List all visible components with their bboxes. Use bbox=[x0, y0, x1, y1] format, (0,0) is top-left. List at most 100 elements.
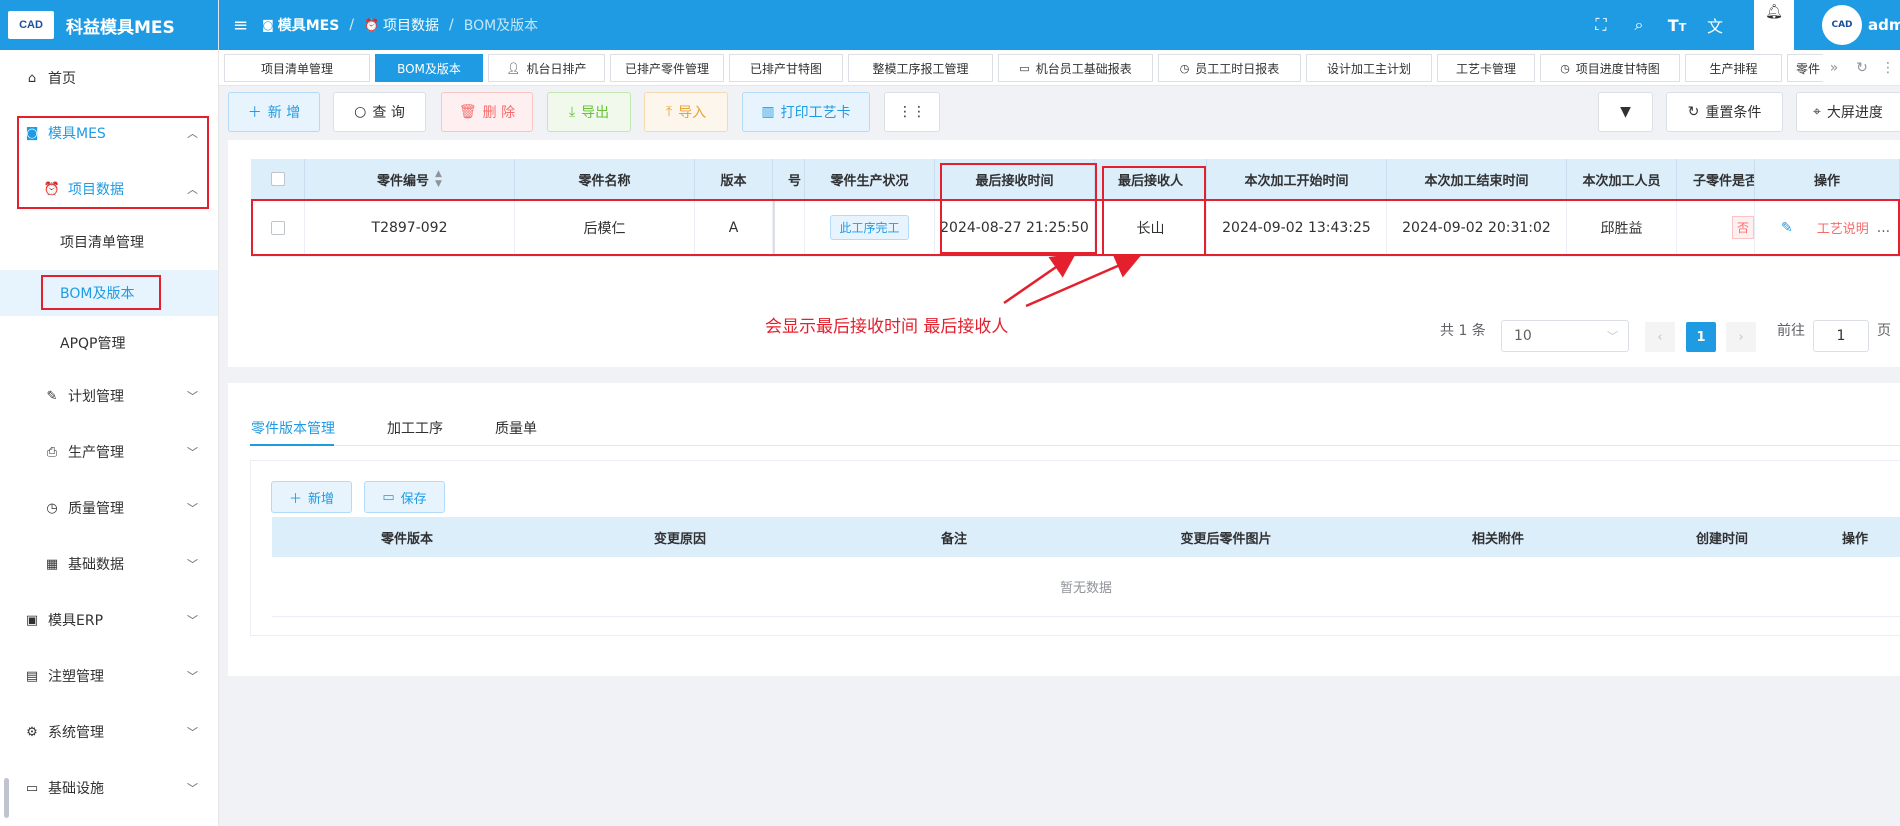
search-icon[interactable]: ⌕ bbox=[1620, 15, 1658, 35]
sidebar-scrollbar[interactable] bbox=[4, 778, 9, 818]
download-icon: ⤓ bbox=[568, 104, 576, 120]
hamburger-icon[interactable]: ≡ bbox=[233, 15, 248, 36]
sidebar-item-injection[interactable]: ▤ 注塑管理 ﹀ bbox=[0, 653, 218, 699]
sidebar-item-apqp[interactable]: APQP管理 bbox=[0, 320, 218, 366]
user-name[interactable]: admin bbox=[1868, 16, 1900, 34]
sidebar: CAD 科益模具MES ⌂ 首页 ◙ 模具MES ︿ ⏰ 项目数据 ︿ 项目清单… bbox=[0, 0, 219, 826]
tab-label: 项目进度甘特图 bbox=[1575, 61, 1660, 76]
column-header-part-no[interactable]: 零件编号 ▲ ▼ bbox=[305, 159, 515, 199]
goto-page-input[interactable]: 1 bbox=[1813, 320, 1869, 352]
tab-machine-staff-report[interactable]: ▭ 机台员工基础报表 bbox=[998, 54, 1153, 82]
sidebar-item-home[interactable]: ⌂ 首页 bbox=[0, 56, 218, 100]
tags-scroll-right-icon[interactable]: » bbox=[1823, 54, 1845, 82]
tab-process-card[interactable]: 工艺卡管理 bbox=[1437, 54, 1535, 82]
print-icon: ▥ bbox=[761, 104, 775, 120]
active-tab-indicator bbox=[250, 444, 334, 446]
column-header-start-time: 本次加工开始时间 bbox=[1207, 159, 1387, 199]
annotation-box-receiver bbox=[1102, 166, 1206, 256]
bigscreen-button[interactable]: ⌖ 大屏进度 bbox=[1796, 92, 1900, 132]
column-header-operator: 本次加工人员 bbox=[1567, 159, 1677, 199]
grid-icon: ⋮⋮ bbox=[898, 104, 926, 120]
tab-bom[interactable]: BOM及版本 bbox=[375, 54, 483, 82]
stopwatch-icon: ◷ bbox=[46, 500, 58, 516]
annotation-box-bom bbox=[41, 275, 161, 310]
tab-label: 项目清单管理 bbox=[260, 61, 333, 76]
tab-gantt[interactable]: 已排产甘特图 bbox=[729, 54, 843, 82]
column-settings-button[interactable]: ⋮⋮ bbox=[884, 92, 940, 132]
briefcase-icon: ▣ bbox=[25, 612, 39, 628]
select-all-checkbox[interactable] bbox=[270, 172, 285, 186]
sidebar-item-quality[interactable]: ◷ 质量管理 ﹀ bbox=[0, 485, 218, 531]
sidebar-item-label: 基础设施 bbox=[48, 781, 104, 797]
prev-page-button[interactable]: ‹ bbox=[1645, 322, 1675, 352]
tab-label: 生产排程 bbox=[1709, 61, 1758, 76]
pagination-total: 共 1 条 bbox=[1440, 323, 1486, 339]
page-size-select[interactable]: 10 ﹀ bbox=[1501, 320, 1629, 352]
tab-quality[interactable]: 质量单 bbox=[495, 418, 537, 438]
delete-button[interactable]: 🗑︎ 删 除 bbox=[441, 92, 533, 132]
building-icon: ▤ bbox=[25, 668, 39, 684]
sidebar-item-erp[interactable]: ▣ 模具ERP ﹀ bbox=[0, 597, 218, 643]
sort-icon[interactable]: ▲ ▼ bbox=[435, 169, 442, 189]
tab-part-version[interactable]: 零件版本管理 bbox=[251, 418, 335, 438]
tab-label: 已排产甘特图 bbox=[749, 61, 822, 76]
import-button[interactable]: ⤒ 导入 bbox=[644, 92, 728, 132]
reset-button[interactable]: ↻ 重置条件 bbox=[1666, 92, 1783, 132]
column-header-changed-image: 变更后零件图片 bbox=[1090, 517, 1362, 557]
sidebar-item-production[interactable]: ⎙ 生产管理 ﹀ bbox=[0, 429, 218, 475]
sidebar-item-system[interactable]: ⚙ 系统管理 ﹀ bbox=[0, 709, 218, 755]
tab-label: 整模工序报工管理 bbox=[872, 61, 969, 76]
plus-icon: ＋ bbox=[288, 491, 302, 507]
avatar[interactable]: CAD bbox=[1822, 5, 1862, 45]
annotation-box-menu bbox=[17, 116, 209, 209]
tab-mold-report[interactable]: 整模工序报工管理 bbox=[848, 54, 993, 82]
version-save-button[interactable]: ▭ 保存 bbox=[364, 481, 445, 513]
breadcrumb-item[interactable]: 项目数据 bbox=[383, 15, 439, 35]
export-button[interactable]: ⤓ 导出 bbox=[547, 92, 631, 132]
tab-machine-schedule[interactable]: 👤︎ 机台日排产 bbox=[488, 54, 605, 82]
fullscreen-icon[interactable]: ⛶ bbox=[1582, 15, 1620, 35]
font-size-icon[interactable]: TT bbox=[1658, 16, 1696, 35]
trash-icon: 🗑︎ bbox=[458, 104, 477, 120]
add-button[interactable]: ＋ 新 增 bbox=[228, 92, 320, 132]
tab-scheduled-parts[interactable]: 已排产零件管理 bbox=[610, 54, 724, 82]
tab-project-list[interactable]: 项目清单管理 bbox=[224, 54, 370, 82]
sidebar-item-label: 注塑管理 bbox=[48, 669, 104, 685]
translate-icon[interactable]: 文 bbox=[1696, 13, 1734, 37]
monitor-icon: ▭ bbox=[25, 780, 39, 796]
tab-process[interactable]: 加工工序 bbox=[387, 418, 443, 438]
camera-icon: ◙ bbox=[262, 18, 274, 32]
tab-progress-gantt[interactable]: ◷ 项目进度甘特图 bbox=[1540, 54, 1680, 82]
refresh-icon[interactable]: ↻ bbox=[1851, 54, 1873, 82]
print-card-button[interactable]: ▥ 打印工艺卡 bbox=[742, 92, 870, 132]
select-all-header bbox=[251, 159, 305, 199]
next-page-button[interactable]: › bbox=[1726, 322, 1756, 352]
header-label: 本次加工结束时间 bbox=[1424, 173, 1529, 189]
tab-label: 零件 bbox=[1796, 61, 1821, 76]
page-1-button[interactable]: 1 bbox=[1686, 322, 1716, 352]
version-add-button[interactable]: ＋ 新增 bbox=[271, 481, 352, 513]
sidebar-item-infrastructure[interactable]: ▭ 基础设施 ﹀ bbox=[0, 765, 218, 811]
edit-icon: ✎ bbox=[46, 388, 58, 404]
tab-design-plan[interactable]: 设计加工主计划 bbox=[1306, 54, 1432, 82]
query-button[interactable]: ○ 查 询 bbox=[333, 92, 426, 132]
tab-production-schedule[interactable]: 生产排程 bbox=[1685, 54, 1782, 82]
sidebar-item-base-data[interactable]: ▦ 基础数据 ﹀ bbox=[0, 541, 218, 587]
caret-down-icon: ▼ bbox=[1620, 104, 1631, 120]
alarm-clock-icon: ⏰ bbox=[364, 18, 379, 32]
header-label: 零件编号 bbox=[377, 173, 430, 189]
bell-icon[interactable]: 🔔︎ bbox=[1754, 0, 1794, 50]
grid-icon[interactable]: ⋮ bbox=[1877, 54, 1899, 82]
dropdown-button[interactable]: ▼ bbox=[1598, 92, 1653, 132]
column-header-number: 号 bbox=[773, 159, 805, 199]
header-label: 操作 bbox=[1813, 173, 1840, 189]
annotation-note: 会显示最后接收时间 最后接收人 bbox=[765, 317, 1009, 337]
sidebar-item-label: 计划管理 bbox=[68, 389, 124, 405]
breadcrumb-item[interactable]: 模具MES bbox=[278, 15, 340, 35]
sidebar-item-plan[interactable]: ✎ 计划管理 ﹀ bbox=[0, 373, 218, 419]
refresh-icon: ↻ bbox=[1687, 104, 1700, 120]
tab-staff-hours[interactable]: ◷ 员工工时日报表 bbox=[1158, 54, 1301, 82]
top-header: ≡ ◙ 模具MES / ⏰ 项目数据 / BOM及版本 ⛶ ⌕ TT 文 🔔︎ … bbox=[219, 0, 1900, 50]
tab-parts[interactable]: 零件 bbox=[1787, 54, 1827, 82]
sidebar-item-project-list[interactable]: 项目清单管理 bbox=[0, 219, 218, 265]
